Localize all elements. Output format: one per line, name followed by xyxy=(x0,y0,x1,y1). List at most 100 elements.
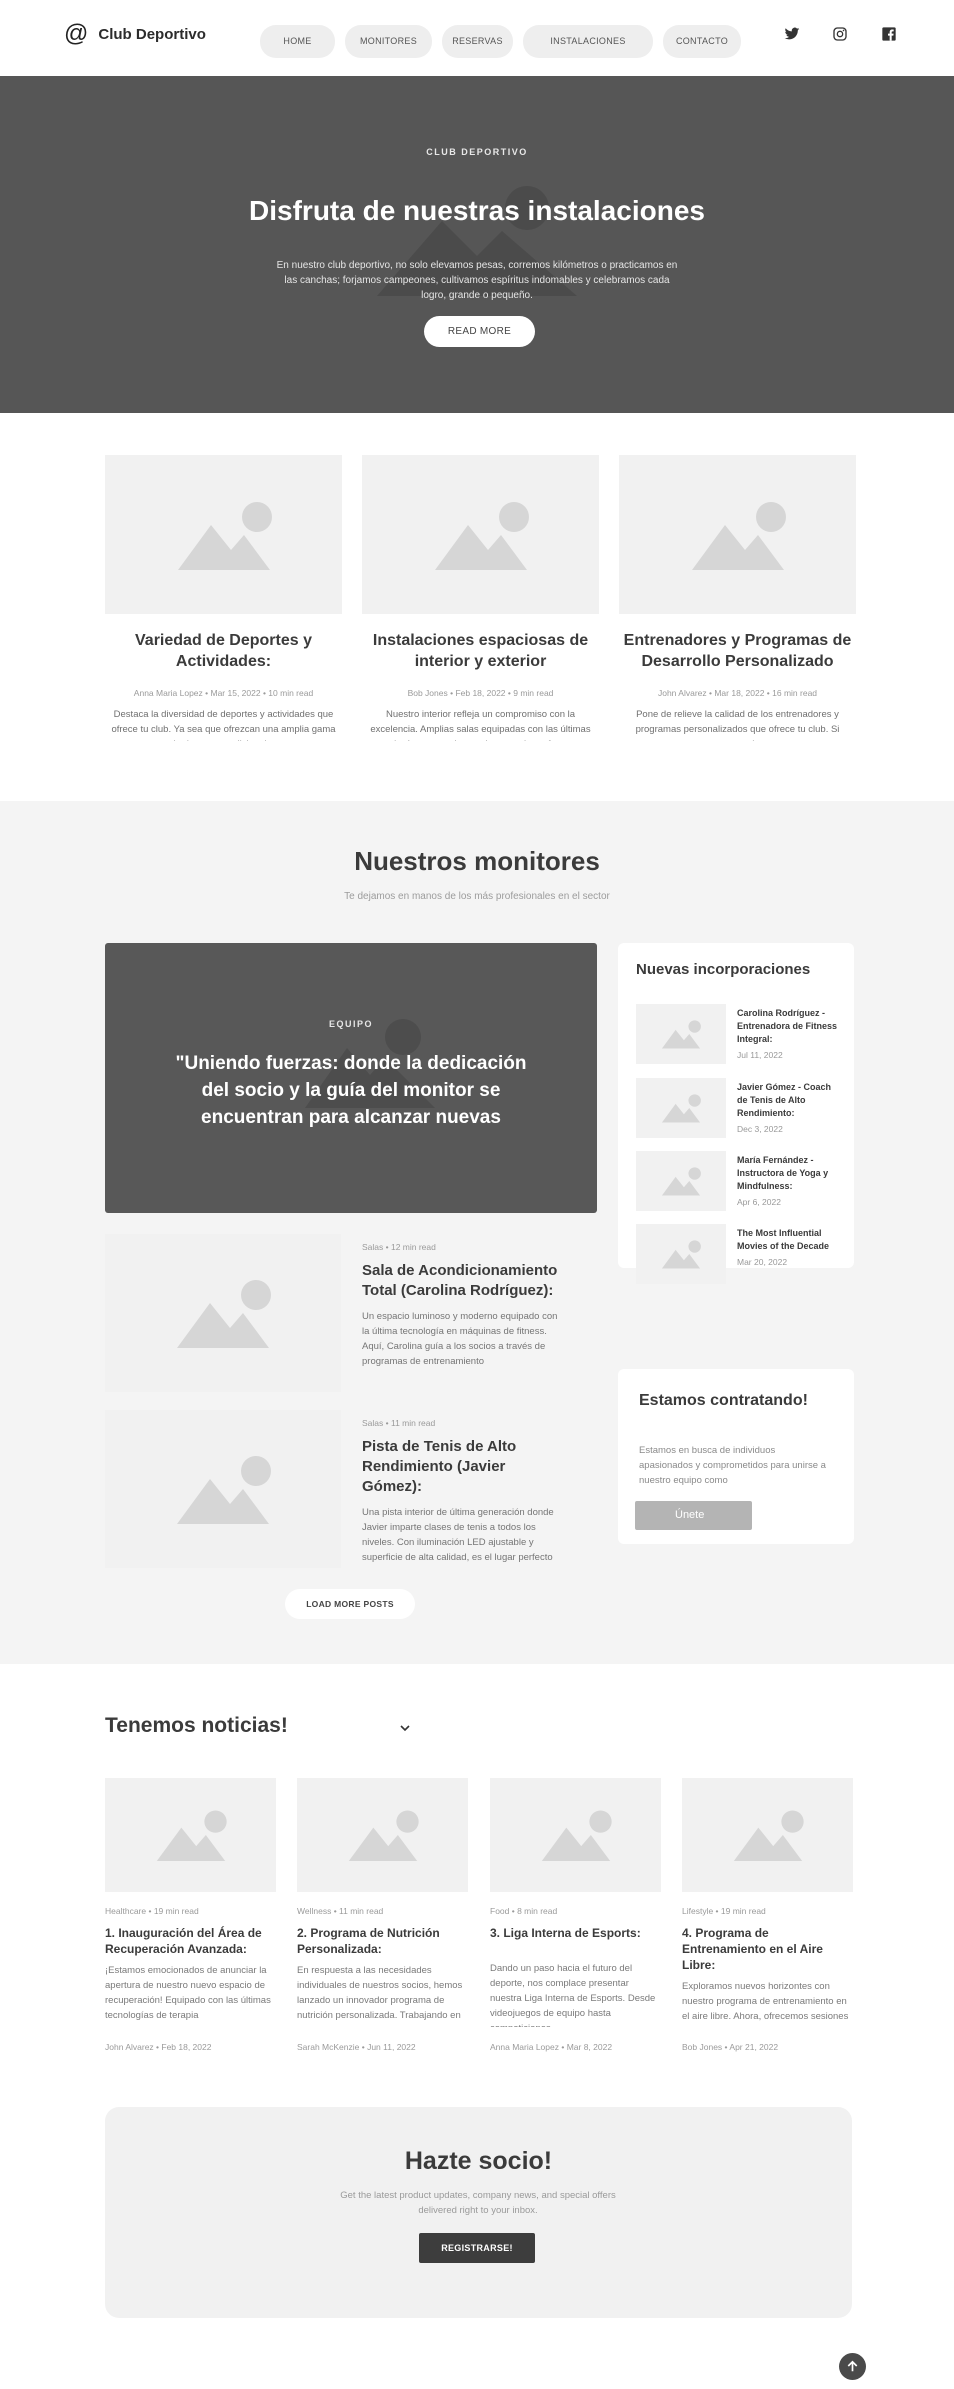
post-title: Pista de Tenis de Alto Rendimiento (Javi… xyxy=(362,1438,517,1495)
logo-symbol: @ xyxy=(64,20,89,47)
new-members-title: Nuevas incorporaciones xyxy=(636,961,811,978)
post-text: Una pista interior de última generación … xyxy=(362,1507,554,1563)
feature-title: Variedad de Deportes y Actividades: xyxy=(135,632,312,670)
hero-banner: CLUB DEPORTIVO Disfruta de nuestras inst… xyxy=(0,76,954,413)
instagram-icon[interactable] xyxy=(832,26,848,47)
cta-text: Get the latest product updates, company … xyxy=(340,2190,616,2216)
news-meta: Lifestyle • 19 min read xyxy=(682,1906,766,1916)
new-member-item[interactable]: Javier Gómez - Coach de Tenis de Alto Re… xyxy=(636,1078,841,1138)
post-meta: Salas • 11 min read xyxy=(362,1418,436,1428)
news-item-title: 4. Programa de Entrenamiento en el Aire … xyxy=(682,1926,823,1972)
news-card[interactable]: Food • 8 min read 3. Liga Interna de Esp… xyxy=(490,1778,661,2052)
feature-meta: Anna Maria Lopez • Mar 15, 2022 • 10 min… xyxy=(133,688,314,698)
news-card[interactable]: Healthcare • 19 min read 1. Inauguración… xyxy=(105,1778,276,2052)
brand-name: Club Deportivo xyxy=(98,25,206,43)
news-author-date: John Alvarez • Feb 18, 2022 xyxy=(105,2042,212,2052)
feature-text: Pone de relieve la calidad de los entren… xyxy=(635,709,840,741)
chevron-down-icon[interactable] xyxy=(398,1721,412,1735)
features-section: Variedad de Deportes y Actividades: Anna… xyxy=(0,413,954,801)
news-item-title: 1. Inauguración del Área de Recuperación… xyxy=(105,1926,262,1956)
featured-quote-card[interactable]: EQUIPO "Uniendo fuerzas: donde la dedica… xyxy=(105,943,597,1213)
register-button[interactable]: REGISTRARSE! xyxy=(419,2233,535,2263)
image-placeholder-icon xyxy=(177,1280,271,1348)
feature-meta: Bob Jones • Feb 18, 2022 • 9 min read xyxy=(407,688,554,698)
new-member-item[interactable]: María Fernández - Instructora de Yoga y … xyxy=(636,1151,841,1211)
member-title: María Fernández - Instructora de Yoga y … xyxy=(737,1155,829,1191)
nav-home[interactable]: HOME xyxy=(260,25,335,58)
hero-eyebrow: CLUB DEPORTIVO xyxy=(426,147,528,157)
feature-image xyxy=(362,455,599,614)
member-image xyxy=(636,1004,726,1064)
image-placeholder-icon xyxy=(733,1810,804,1861)
site-header: @ Club Deportivo HOME MONITORES RESERVAS… xyxy=(0,0,954,76)
monitor-post[interactable]: Salas • 12 min read Sala de Acondicionam… xyxy=(105,1234,565,1392)
new-member-item[interactable]: The Most Influential Movies of the Decad… xyxy=(636,1224,841,1284)
logo[interactable]: @ Club Deportivo xyxy=(64,22,206,46)
monitores-title: Nuestros monitores xyxy=(354,846,600,876)
facebook-icon[interactable] xyxy=(881,26,897,47)
feature-text: Destaca la diversidad de deportes y acti… xyxy=(111,709,336,741)
news-image xyxy=(682,1778,853,1892)
feature-text: Nuestro interior refleja un compromiso c… xyxy=(370,709,591,741)
nav-contacto[interactable]: CONTACTO xyxy=(663,25,741,58)
image-placeholder-icon xyxy=(434,501,529,570)
member-title: Carolina Rodríguez - Entrenadora de Fitn… xyxy=(737,1008,838,1044)
featured-quote: "Uniendo fuerzas: donde la dedicación de… xyxy=(175,1053,527,1128)
read-more-button[interactable]: READ MORE xyxy=(424,316,535,347)
nav-reservas[interactable]: RESERVAS xyxy=(442,25,513,58)
news-author-date: Anna Maria Lopez • Mar 8, 2022 xyxy=(490,2042,613,2052)
feature-meta: John Alvarez • Mar 18, 2022 • 16 min rea… xyxy=(657,688,818,698)
join-button[interactable]: Únete xyxy=(635,1501,752,1530)
news-meta: Healthcare • 19 min read xyxy=(105,1906,199,1916)
news-card[interactable]: Lifestyle • 19 min read 4. Programa de E… xyxy=(682,1778,853,2052)
hiring-text: Estamos en busca de individuos apasionad… xyxy=(639,1445,826,1486)
member-date: Jul 11, 2022 xyxy=(737,1050,783,1060)
member-title: The Most Influential Movies of the Decad… xyxy=(737,1228,830,1251)
member-date: Mar 20, 2022 xyxy=(737,1257,788,1267)
image-placeholder-icon xyxy=(691,501,786,570)
image-placeholder-icon xyxy=(177,1456,271,1524)
news-text: ¡Estamos emocionados de anunciar la aper… xyxy=(105,1965,271,2021)
feature-card[interactable]: Entrenadores y Programas de Desarrollo P… xyxy=(619,455,856,741)
news-item-title: 2. Programa de Nutrición Personalizada: xyxy=(297,1926,440,1956)
image-placeholder-icon xyxy=(348,1810,419,1861)
news-author-date: Sarah McKenzie • Jun 11, 2022 xyxy=(297,2042,416,2052)
post-text: Un espacio luminoso y moderno equipado c… xyxy=(362,1311,558,1367)
member-image xyxy=(636,1078,726,1138)
feature-title: Entrenadores y Programas de Desarrollo P… xyxy=(623,632,852,670)
news-meta: Wellness • 11 min read xyxy=(297,1906,384,1916)
feature-image xyxy=(619,455,856,614)
nav-instalaciones[interactable]: INSTALACIONES xyxy=(523,25,653,58)
nav-monitores[interactable]: MONITORES xyxy=(345,25,432,58)
twitter-icon[interactable] xyxy=(784,26,800,47)
news-text: Dando un paso hacia el futuro del deport… xyxy=(490,1963,656,2027)
member-image xyxy=(636,1224,726,1284)
feature-card[interactable]: Instalaciones espaciosas de interior y e… xyxy=(362,455,599,741)
post-image xyxy=(105,1234,341,1392)
monitores-subtitle: Te dejamos en manos de los más profesion… xyxy=(344,891,610,902)
image-placeholder-icon xyxy=(156,1810,227,1861)
post-meta: Salas • 12 min read xyxy=(362,1242,436,1252)
news-author-date: Bob Jones • Apr 21, 2022 xyxy=(682,2042,779,2052)
monitor-post[interactable]: Salas • 11 min read Pista de Tenis de Al… xyxy=(105,1410,565,1568)
new-member-item[interactable]: Carolina Rodríguez - Entrenadora de Fitn… xyxy=(636,1004,841,1064)
image-placeholder-icon xyxy=(661,1020,701,1049)
hero-text: En nuestro club deportivo, no solo eleva… xyxy=(276,260,678,301)
image-placeholder-icon xyxy=(177,501,272,570)
feature-title: Instalaciones espaciosas de interior y e… xyxy=(372,632,589,670)
load-more-button[interactable]: LOAD MORE POSTS xyxy=(285,1589,415,1619)
member-date: Apr 6, 2022 xyxy=(737,1197,781,1207)
post-title: Sala de Acondicionamiento Total (Carolin… xyxy=(362,1262,558,1299)
feature-card[interactable]: Variedad de Deportes y Actividades: Anna… xyxy=(105,455,342,741)
hiring-box: Estamos contratando! Estamos en busca de… xyxy=(618,1369,854,1544)
news-item-title: 3. Liga Interna de Esports: xyxy=(490,1926,641,1940)
signup-cta: Hazte socio! Get the latest product upda… xyxy=(105,2107,852,2318)
news-text: Exploramos nuevos horizontes con nuestro… xyxy=(682,1981,849,2022)
news-meta: Food • 8 min read xyxy=(490,1906,558,1916)
news-image xyxy=(297,1778,468,1892)
cta-title: Hazte socio! xyxy=(404,2147,553,2175)
news-card[interactable]: Wellness • 11 min read 2. Programa de Nu… xyxy=(297,1778,468,2052)
hero-title: Disfruta de nuestras instalaciones xyxy=(249,195,705,226)
scroll-to-top-button[interactable] xyxy=(839,2353,866,2380)
member-image xyxy=(636,1151,726,1211)
